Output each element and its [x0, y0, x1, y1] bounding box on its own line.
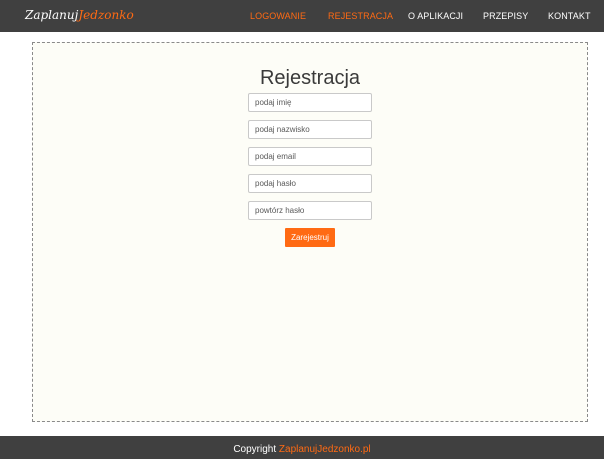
footer-site-link[interactable]: ZaplanujJedzonko.pl: [279, 444, 371, 455]
register-button[interactable]: Zarejestruj: [285, 228, 335, 247]
footer: Copyright ZaplanujJedzonko.pl: [0, 436, 604, 459]
first-name-field[interactable]: [248, 93, 372, 112]
copyright-label: Copyright: [233, 444, 277, 455]
password-field[interactable]: [248, 174, 372, 193]
logo-text-accent: Jedzonko: [78, 8, 134, 22]
site-logo[interactable]: ZaplanujJedzonko: [25, 8, 134, 22]
registration-panel: Rejestracja Zarejestruj: [32, 42, 588, 422]
nav-item-o-aplikacji[interactable]: O APLIKACJI: [408, 11, 463, 21]
nav-item-logowanie[interactable]: LOGOWANIE: [250, 11, 306, 21]
nav-item-rejestracja[interactable]: REJESTRACJA: [328, 11, 393, 21]
last-name-field[interactable]: [248, 120, 372, 139]
email-field[interactable]: [248, 147, 372, 166]
page: ZaplanujJedzonko LOGOWANIE REJESTRACJA O…: [0, 0, 604, 459]
page-title: Rejestracja: [259, 67, 361, 89]
repeat-password-field[interactable]: [248, 201, 372, 220]
nav-item-kontakt[interactable]: KONTAKT: [548, 11, 591, 21]
top-navigation-bar: ZaplanujJedzonko LOGOWANIE REJESTRACJA O…: [0, 0, 604, 32]
logo-text-primary: Zaplanuj: [25, 8, 79, 22]
nav-item-przepisy[interactable]: PRZEPISY: [483, 11, 528, 21]
